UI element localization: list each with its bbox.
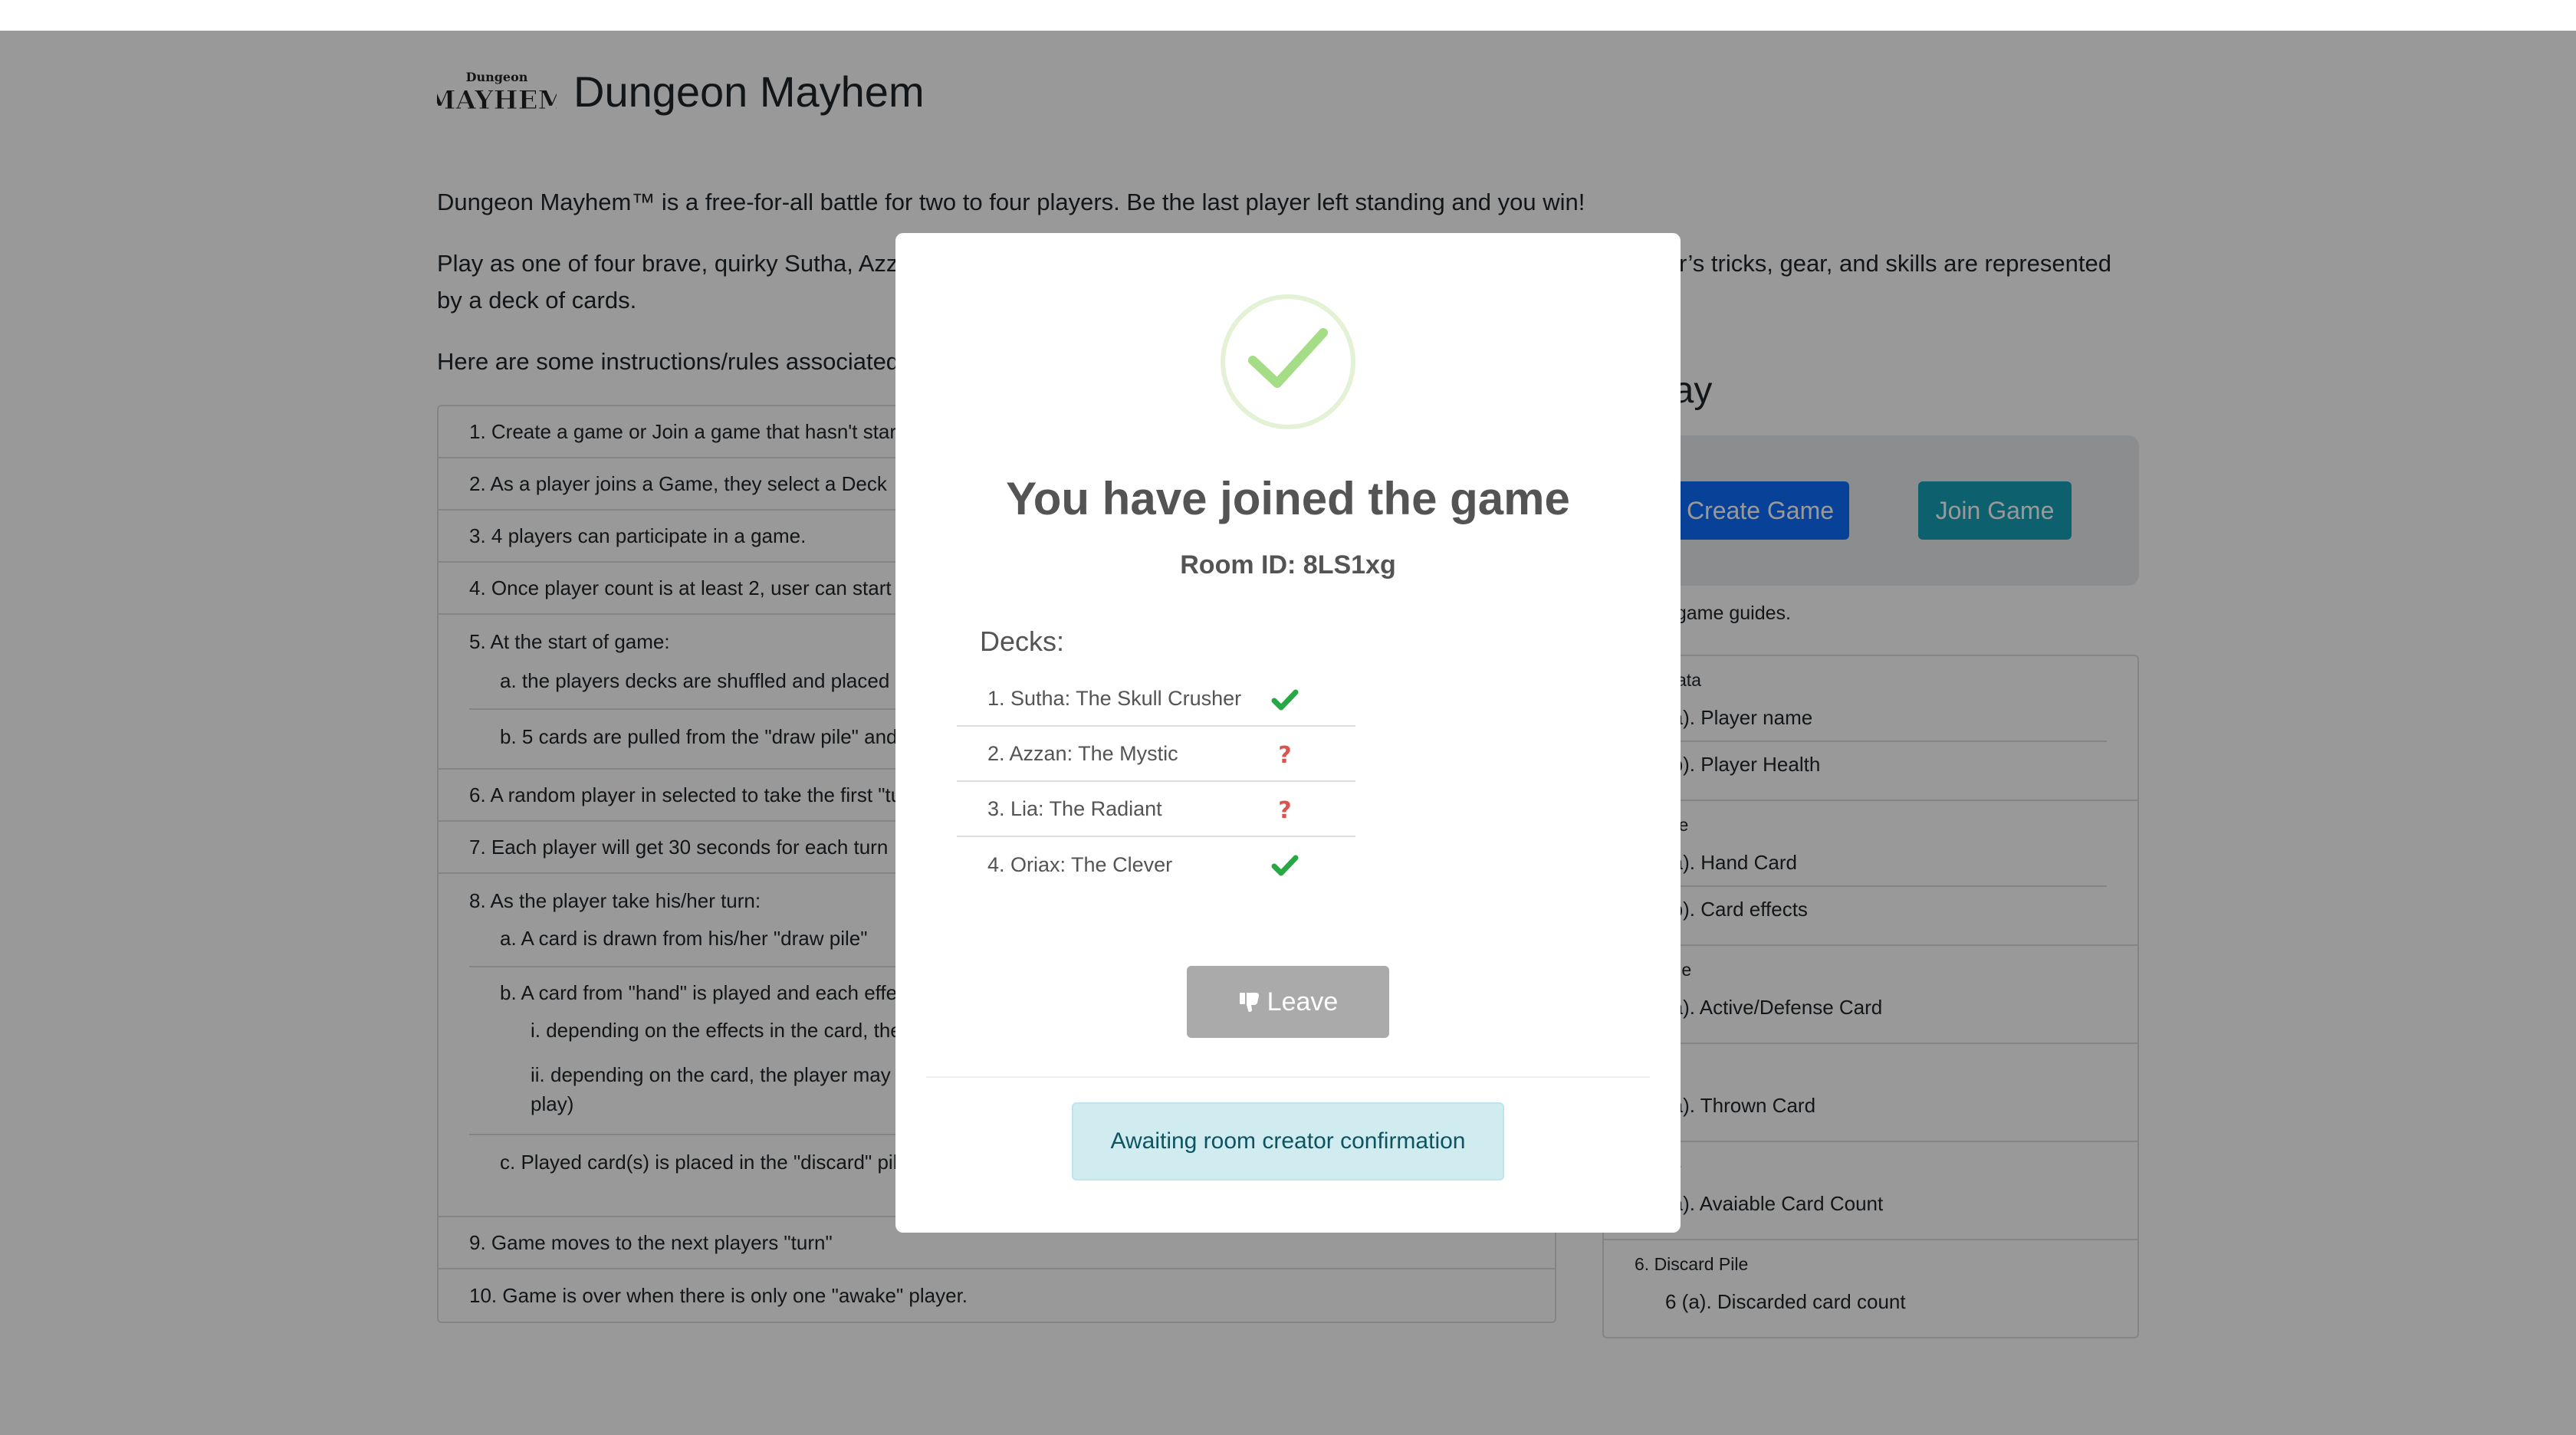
question-icon: ? bbox=[1278, 741, 1292, 769]
room-id: Room ID: 8LS1xg bbox=[1180, 550, 1396, 580]
thumbs-down-icon bbox=[1239, 993, 1259, 1012]
deck-item: 4. Oriax: The Clever bbox=[957, 837, 1355, 892]
success-check-icon bbox=[1221, 294, 1355, 429]
leave-label: Leave bbox=[1267, 987, 1339, 1016]
question-icon: ? bbox=[1278, 796, 1292, 824]
browser-top-strip bbox=[0, 0, 2576, 31]
joined-game-modal: You have joined the game Room ID: 8LS1xg… bbox=[895, 233, 1681, 1233]
decks-heading: Decks: bbox=[980, 626, 1065, 657]
deck-label: 1. Sutha: The Skull Crusher bbox=[987, 686, 1242, 710]
deck-list: 1. Sutha: The Skull Crusher 2. Azzan: Th… bbox=[957, 672, 1355, 892]
deck-item: 2. Azzan: The Mystic ? bbox=[957, 727, 1355, 782]
deck-item: 3. Lia: The Radiant ? bbox=[957, 782, 1355, 837]
check-icon bbox=[1270, 854, 1300, 877]
check-icon bbox=[1270, 688, 1300, 711]
deck-item: 1. Sutha: The Skull Crusher bbox=[957, 672, 1355, 727]
modal-title: You have joined the game bbox=[1006, 473, 1570, 524]
leave-button[interactable]: Leave bbox=[1187, 966, 1389, 1038]
deck-label: 2. Azzan: The Mystic bbox=[987, 741, 1178, 765]
deck-label: 3. Lia: The Radiant bbox=[987, 796, 1162, 820]
deck-label: 4. Oriax: The Clever bbox=[987, 852, 1173, 876]
awaiting-confirmation-alert: Awaiting room creator confirmation bbox=[1072, 1102, 1504, 1181]
modal-divider bbox=[926, 1076, 1650, 1078]
